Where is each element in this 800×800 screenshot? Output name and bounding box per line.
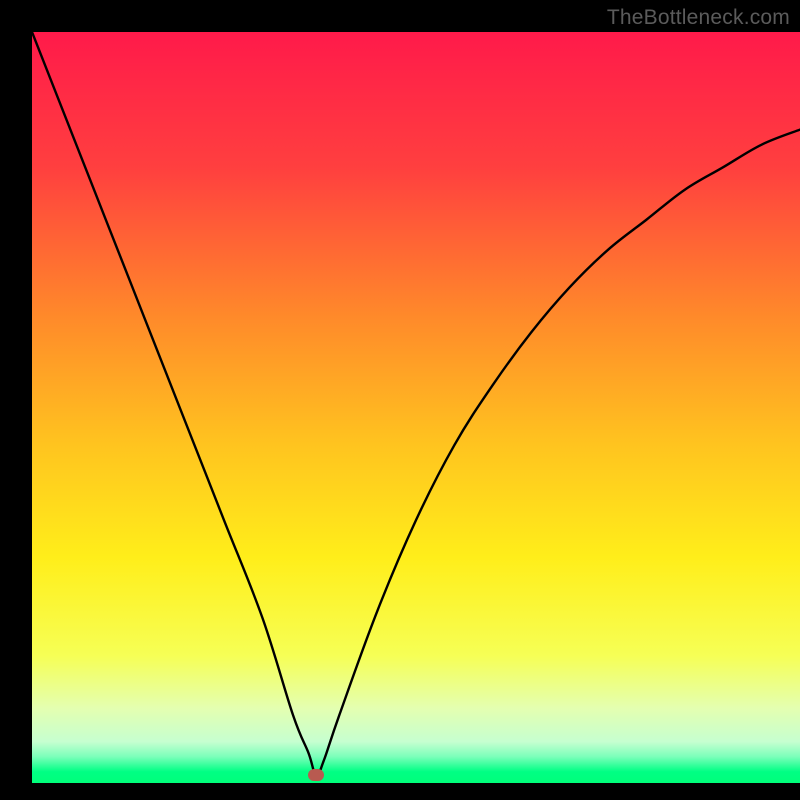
- plot-area: [32, 32, 800, 783]
- chart-stage: TheBottleneck.com: [0, 0, 800, 800]
- watermark-text: TheBottleneck.com: [607, 6, 790, 30]
- bottleneck-marker: [308, 769, 324, 781]
- bottleneck-gradient-background: [32, 32, 800, 783]
